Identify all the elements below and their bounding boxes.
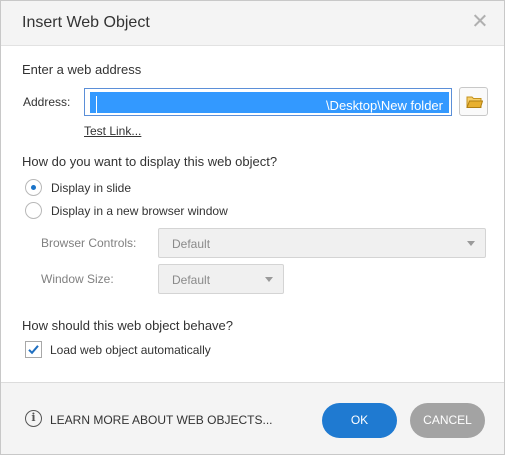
radio-label-new-window: Display in a new browser window: [51, 204, 228, 218]
close-icon[interactable]: [471, 12, 489, 30]
window-size-value: Default: [172, 273, 211, 287]
load-automatically-checkbox[interactable]: [25, 341, 42, 358]
address-input[interactable]: \Desktop\New folder: [84, 88, 452, 116]
address-selection: \Desktop\New folder: [90, 92, 449, 114]
radio-button-unselected[interactable]: [25, 202, 42, 219]
address-section-heading: Enter a web address: [22, 62, 142, 77]
browse-folder-button[interactable]: [459, 87, 488, 116]
radio-display-in-slide[interactable]: Display in slide: [25, 179, 225, 199]
insert-web-object-dialog: Insert Web Object Enter a web address Ad…: [0, 0, 505, 455]
behave-section-heading: How should this web object behave?: [22, 318, 234, 333]
title-bar: Insert Web Object: [1, 1, 504, 46]
display-section-heading: How do you want to display this web obje…: [22, 154, 278, 169]
folder-icon: [466, 96, 483, 108]
radio-button-selected[interactable]: [25, 179, 42, 196]
ok-button[interactable]: OK: [322, 403, 397, 438]
browser-controls-select[interactable]: Default: [158, 228, 486, 258]
dialog-title: Insert Web Object: [22, 14, 150, 31]
chevron-down-icon: [467, 241, 475, 246]
dialog-footer: i LEARN MORE ABOUT WEB OBJECTS... OK CAN…: [1, 383, 504, 454]
info-icon[interactable]: i: [25, 410, 42, 427]
radio-label-display-in-slide: Display in slide: [51, 181, 132, 195]
browser-controls-label: Browser Controls:: [41, 236, 137, 250]
test-link[interactable]: Test Link...: [84, 124, 141, 138]
load-automatically-label: Load web object automatically: [50, 343, 211, 357]
window-size-label: Window Size:: [41, 272, 114, 286]
cancel-button[interactable]: CANCEL: [410, 403, 485, 438]
window-size-select[interactable]: Default: [158, 264, 284, 294]
radio-display-new-window[interactable]: Display in a new browser window: [25, 202, 265, 222]
checkmark-icon: [28, 345, 39, 355]
browser-controls-value: Default: [172, 237, 211, 251]
chevron-down-icon: [265, 277, 273, 282]
address-value: \Desktop\New folder: [325, 98, 443, 113]
address-label: Address:: [23, 95, 71, 109]
text-caret: [96, 96, 97, 114]
learn-more-link[interactable]: LEARN MORE ABOUT WEB OBJECTS...: [50, 413, 273, 427]
